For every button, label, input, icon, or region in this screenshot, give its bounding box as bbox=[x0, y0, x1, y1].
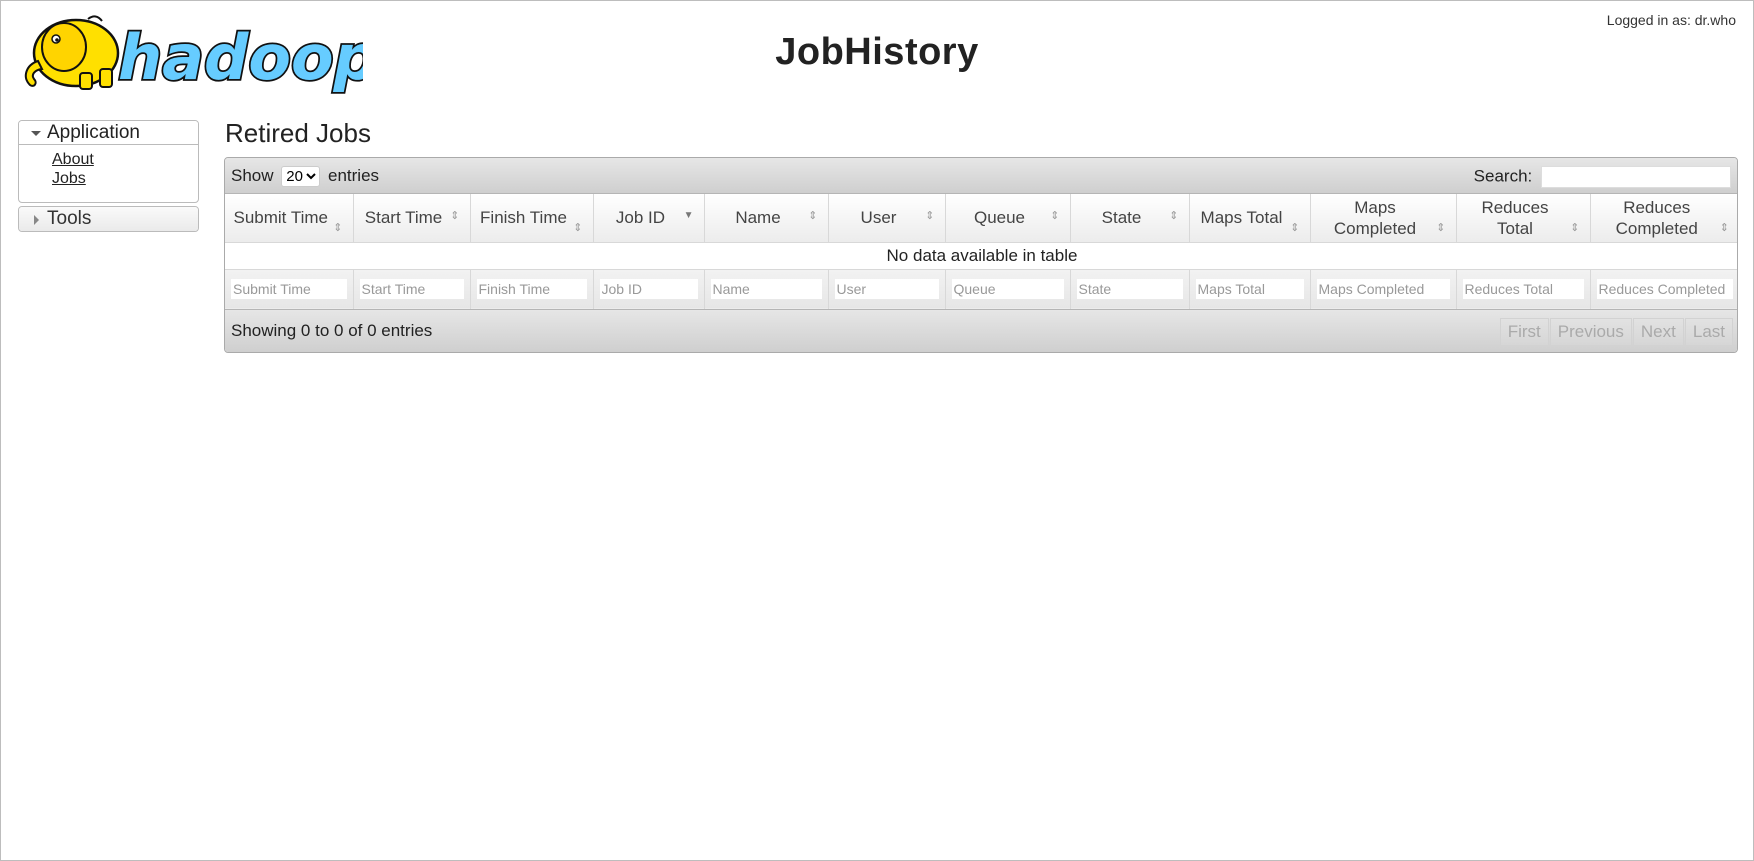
filter-cell bbox=[704, 269, 829, 309]
column-label: Finish Time bbox=[480, 208, 567, 228]
page-length-select[interactable]: 20 bbox=[281, 166, 321, 188]
column-header-reduces-completed[interactable]: Reduces Completed ⇕ bbox=[1590, 194, 1737, 243]
sidebar-header-label: Application bbox=[47, 122, 140, 143]
column-label: Maps Completed bbox=[1333, 197, 1417, 238]
search-label: Search: bbox=[1473, 166, 1533, 186]
column-header-job-id[interactable]: Job ID ▼ bbox=[593, 194, 705, 243]
filter-name-input[interactable] bbox=[710, 279, 822, 300]
filter-cell bbox=[828, 269, 946, 309]
column-label: Job ID bbox=[615, 208, 666, 228]
sidebar-section-application: Application About Jobs bbox=[18, 120, 199, 203]
page-frame: hadoop JobHistory Logged in as: dr.who A… bbox=[0, 0, 1754, 861]
sidebar-link-jobs[interactable]: Jobs bbox=[52, 169, 198, 188]
length-prefix: Show bbox=[231, 166, 274, 185]
sort-icon: ⇕ bbox=[333, 222, 343, 234]
column-label: State bbox=[1101, 208, 1142, 228]
filter-cell bbox=[353, 269, 471, 309]
filter-user-input[interactable] bbox=[834, 279, 939, 300]
sidebar-header-label: Tools bbox=[47, 208, 92, 229]
column-label: Reduces Total bbox=[1481, 197, 1549, 238]
column-header-reduces-total[interactable]: Reduces Total ⇕ bbox=[1456, 194, 1591, 243]
sidebar-links: About Jobs bbox=[19, 145, 198, 188]
login-status: Logged in as: dr.who bbox=[1606, 12, 1736, 28]
filter-cell bbox=[1456, 269, 1591, 309]
filter-row bbox=[225, 269, 1737, 309]
sort-icon: ⇕ bbox=[925, 210, 935, 222]
sort-icon: ⇕ bbox=[1719, 222, 1729, 234]
section-title: Retired Jobs bbox=[225, 118, 371, 148]
filter-reduces-completed-input[interactable] bbox=[1596, 279, 1733, 300]
filter-cell bbox=[470, 269, 594, 309]
filter-job-id-input[interactable] bbox=[599, 279, 698, 300]
pagination-last-button[interactable]: Last bbox=[1684, 318, 1733, 346]
filter-cell bbox=[593, 269, 705, 309]
collapsed-triangle-icon bbox=[34, 215, 39, 225]
column-header-finish-time[interactable]: Finish Time ⇕ bbox=[470, 194, 594, 243]
sort-icon: ⇕ bbox=[450, 210, 460, 222]
jobs-table: Submit Time ⇕ Start Time ⇕ Finish Time ⇕ Jo… bbox=[225, 194, 1737, 309]
sort-icon: ⇕ bbox=[1290, 222, 1300, 234]
column-label: Submit Time bbox=[233, 208, 328, 228]
sidebar-header-application[interactable]: Application bbox=[19, 121, 198, 145]
filter-cell bbox=[945, 269, 1071, 309]
table-footer-bar: Showing 0 to 0 of 0 entries First Previo… bbox=[225, 309, 1737, 352]
filter-cell bbox=[1310, 269, 1457, 309]
column-header-submit-time[interactable]: Submit Time ⇕ bbox=[225, 194, 354, 243]
column-label: Start Time bbox=[364, 208, 443, 228]
sort-icon: ⇕ bbox=[1436, 222, 1446, 234]
pagination-first-button[interactable]: First bbox=[1499, 318, 1549, 346]
filter-cell bbox=[1070, 269, 1190, 309]
column-label: Maps Total bbox=[1200, 208, 1283, 228]
column-label: User bbox=[860, 208, 897, 228]
sidebar-section-tools: Tools bbox=[18, 206, 199, 232]
column-header-queue[interactable]: Queue ⇕ bbox=[945, 194, 1071, 243]
sort-desc-icon: ▼ bbox=[683, 210, 694, 221]
filter-state-input[interactable] bbox=[1076, 279, 1183, 300]
sort-icon: ⇕ bbox=[573, 222, 583, 234]
table-info: Showing 0 to 0 of 0 entries bbox=[231, 321, 433, 340]
search-input[interactable] bbox=[1541, 166, 1731, 188]
column-label: Name bbox=[735, 208, 781, 228]
filter-finish-time-input[interactable] bbox=[476, 279, 587, 300]
sidebar-header-tools[interactable]: Tools bbox=[19, 207, 198, 231]
search-filter: Search: bbox=[1474, 166, 1731, 188]
table-toolbar: Show 20 entries Search: bbox=[225, 158, 1737, 194]
column-label: Queue bbox=[973, 208, 1026, 228]
sort-icon: ⇕ bbox=[1169, 210, 1179, 222]
jobs-table-wrapper: Show 20 entries Search: Submit Time ⇕ St… bbox=[224, 157, 1738, 353]
filter-reduces-total-input[interactable] bbox=[1462, 279, 1584, 300]
filter-start-time-input[interactable] bbox=[359, 279, 464, 300]
column-header-maps-total[interactable]: Maps Total ⇕ bbox=[1189, 194, 1311, 243]
header-row: Submit Time ⇕ Start Time ⇕ Finish Time ⇕ Jo… bbox=[225, 194, 1737, 243]
sort-icon: ⇕ bbox=[808, 210, 818, 222]
column-label: Reduces Completed bbox=[1615, 197, 1698, 238]
filter-queue-input[interactable] bbox=[951, 279, 1064, 300]
empty-message: No data available in table bbox=[225, 242, 1737, 270]
empty-row: No data available in table bbox=[225, 242, 1737, 270]
length-suffix: entries bbox=[328, 166, 380, 185]
filter-maps-completed-input[interactable] bbox=[1316, 279, 1450, 300]
column-header-user[interactable]: User ⇕ bbox=[828, 194, 946, 243]
pagination-next-button[interactable]: Next bbox=[1632, 318, 1684, 346]
sort-icon: ⇕ bbox=[1570, 222, 1580, 234]
expanded-triangle-icon bbox=[31, 131, 41, 136]
length-menu: Show 20 entries bbox=[231, 166, 380, 188]
column-header-state[interactable]: State ⇕ bbox=[1070, 194, 1190, 243]
filter-submit-time-input[interactable] bbox=[231, 279, 347, 300]
sort-icon: ⇕ bbox=[1050, 210, 1060, 222]
column-header-maps-completed[interactable]: Maps Completed ⇕ bbox=[1310, 194, 1457, 243]
pagination-previous-button[interactable]: Previous bbox=[1549, 318, 1632, 346]
page-title: JobHistory bbox=[775, 31, 979, 73]
filter-cell bbox=[1189, 269, 1311, 309]
column-header-name[interactable]: Name ⇕ bbox=[704, 194, 829, 243]
filter-cell bbox=[225, 269, 354, 309]
filter-maps-total-input[interactable] bbox=[1195, 279, 1304, 300]
sidebar-link-about[interactable]: About bbox=[52, 150, 198, 169]
pagination: First Previous Next Last bbox=[1499, 318, 1733, 346]
filter-cell bbox=[1590, 269, 1737, 309]
column-header-start-time[interactable]: Start Time ⇕ bbox=[353, 194, 471, 243]
